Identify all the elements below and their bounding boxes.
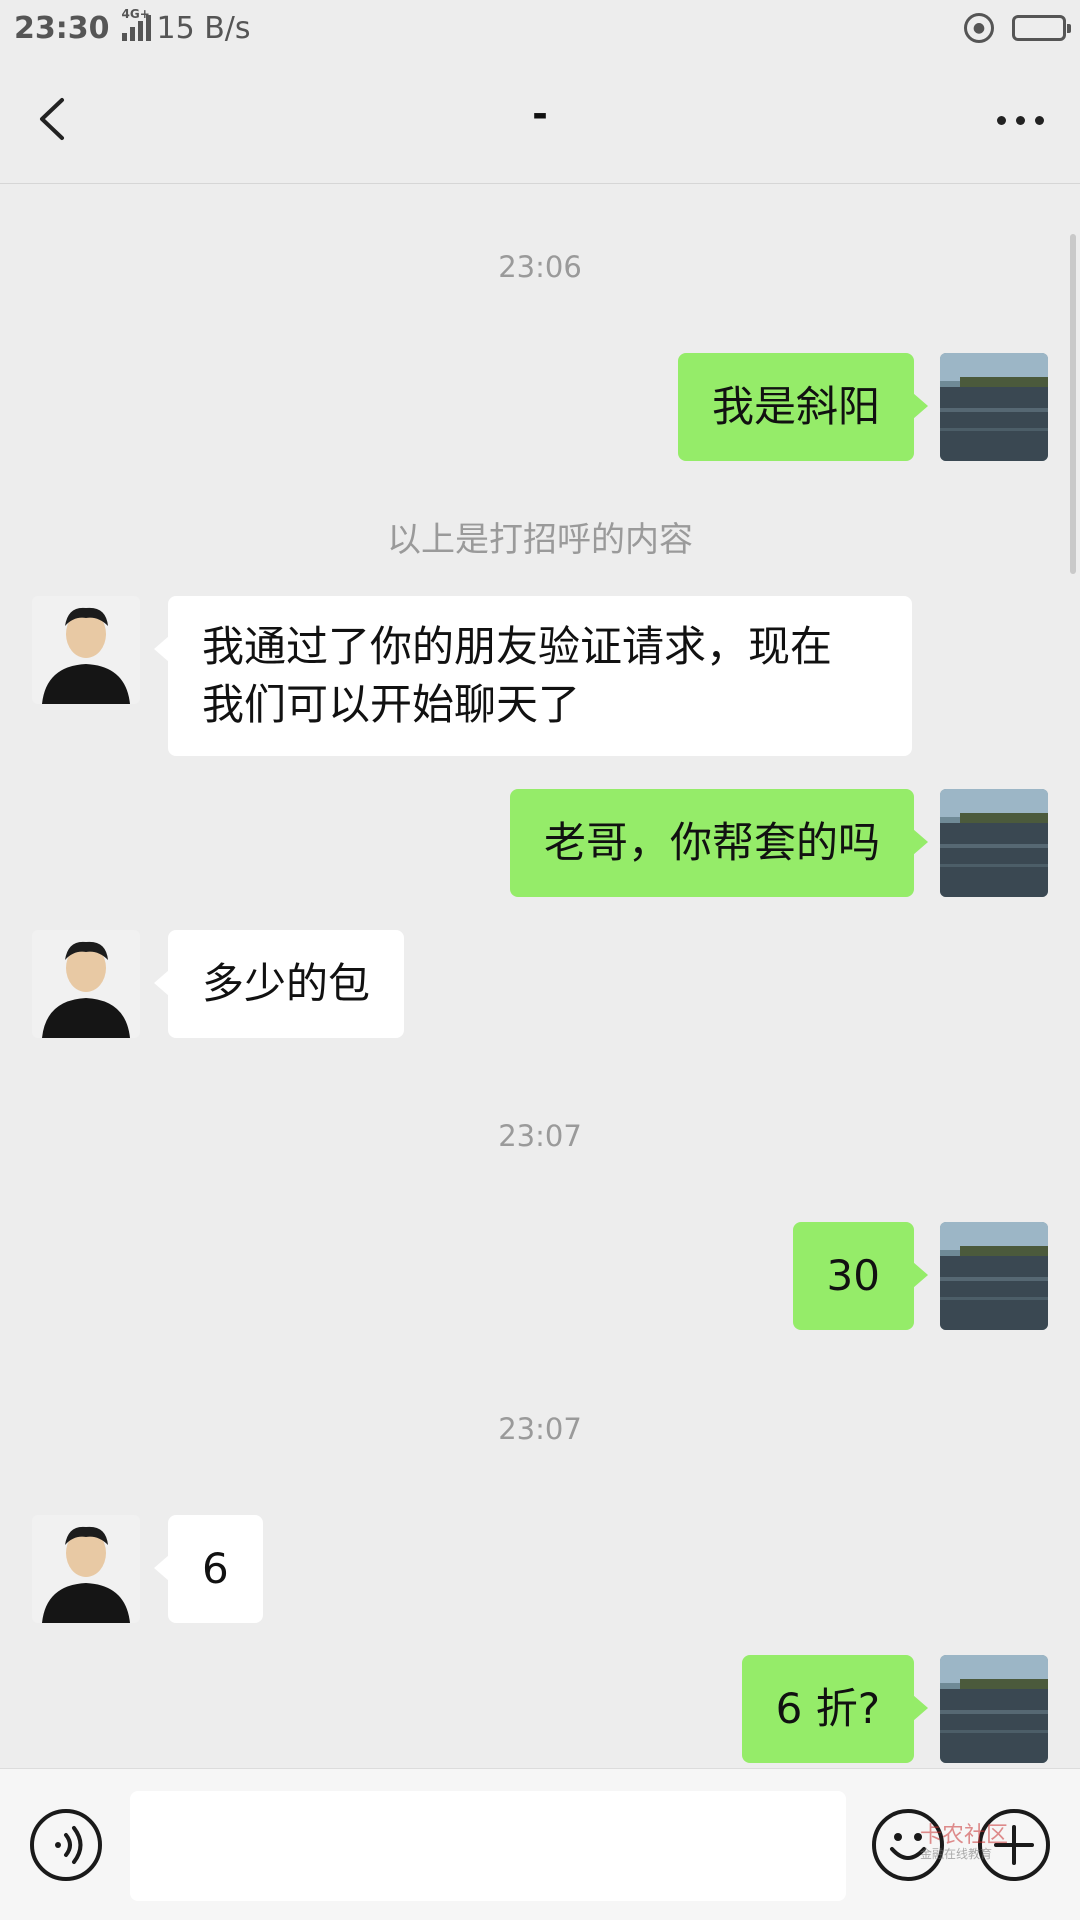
received-bubble[interactable]: 6 [154, 1515, 263, 1623]
network-type: 4G+ [121, 7, 150, 21]
network-indicator: 4G+ 15 B/s [121, 7, 251, 46]
sent-bubble[interactable]: 老哥，你帮套的吗 [509, 789, 929, 897]
greeting-notice: 以上是打招呼的内容 [387, 520, 693, 560]
received-bubble[interactable]: 多少的包 [153, 930, 405, 1038]
watermark-text: 卡农社区 [920, 1823, 1009, 1848]
rotation-lock-icon: ● [964, 13, 994, 43]
timestamp: 23:07 [498, 1119, 582, 1153]
my-avatar[interactable] [940, 353, 1048, 461]
more-dots-icon[interactable] [997, 116, 1044, 125]
chat-title: - [532, 92, 548, 136]
battery-icon [1012, 15, 1071, 41]
friend-avatar[interactable] [32, 930, 140, 1038]
message-list[interactable]: 23:06 我是斜阳 以上是打招呼的内容 我通过了你的朋友验证请求，现在 我们可… [0, 184, 1080, 1768]
status-time: 23:30 [14, 10, 110, 46]
chat-header: - [0, 56, 1080, 184]
timestamp: 23:06 [498, 250, 582, 284]
voice-icon[interactable] [30, 1809, 102, 1881]
my-avatar[interactable] [940, 1222, 1048, 1330]
my-avatar[interactable] [940, 1655, 1048, 1763]
timestamp: 23:07 [498, 1412, 582, 1446]
received-text-line: 我们可以开始聊天了 [202, 680, 581, 729]
friend-avatar[interactable] [32, 1515, 140, 1623]
status-bar: 23:30 4G+ 15 B/s ● [0, 0, 1080, 56]
watermark-logo: 卡农社区 金融在线教育 [920, 1823, 1009, 1862]
sent-bubble[interactable]: 6 折? [741, 1655, 929, 1763]
sent-bubble[interactable]: 30 [792, 1222, 929, 1330]
received-bubble[interactable]: 我通过了你的朋友验证请求，现在 我们可以开始聊天了 [154, 596, 912, 756]
input-bar: 卡农社区 金融在线教育 [0, 1768, 1080, 1920]
my-avatar[interactable] [940, 789, 1048, 897]
received-text-line: 我通过了你的朋友验证请求，现在 [202, 622, 833, 671]
friend-avatar[interactable] [32, 596, 140, 704]
sent-bubble[interactable]: 我是斜阳 [677, 353, 929, 461]
signal-icon: 4G+ [121, 7, 151, 41]
message-input[interactable] [130, 1791, 846, 1901]
network-speed: 15 B/s [156, 10, 251, 46]
watermark-subtext: 金融在线教育 [920, 1847, 993, 1861]
